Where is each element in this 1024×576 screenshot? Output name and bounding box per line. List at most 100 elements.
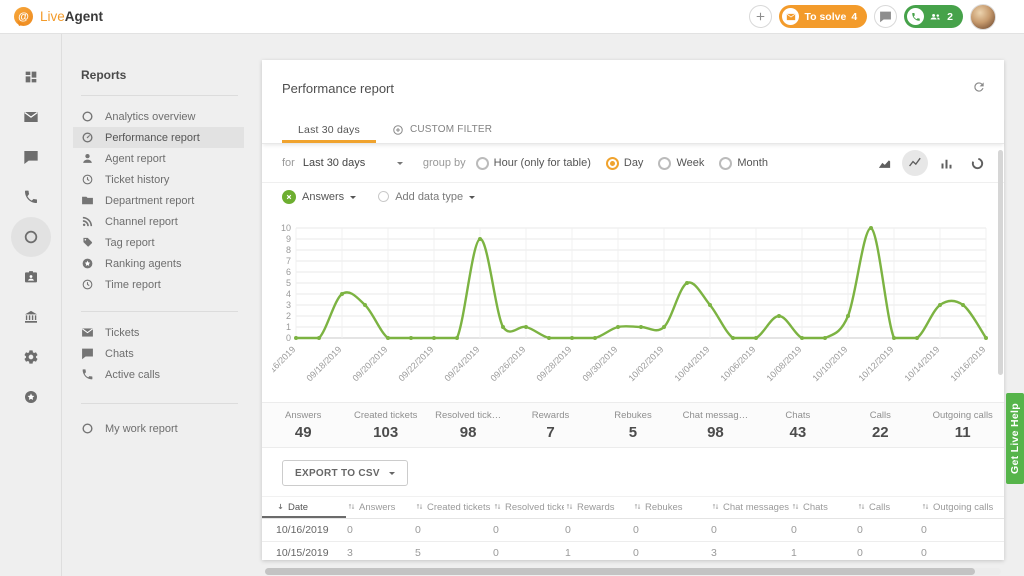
sidebar-item-department-report[interactable]: Department report [73, 190, 244, 211]
to-solve-count: 4 [851, 11, 857, 23]
for-label: for [282, 157, 295, 169]
refresh-button[interactable] [972, 80, 986, 97]
svg-text:09/16/2019: 09/16/2019 [272, 344, 297, 383]
rail-item-tickets[interactable] [11, 97, 51, 137]
rail-item-customers[interactable] [11, 257, 51, 297]
menu-item-label: Ranking agents [105, 258, 181, 270]
table-row: 10/16/2019000000000 [262, 519, 1004, 542]
chevron-down-icon[interactable] [469, 196, 475, 202]
column-label: Resolved tickets [505, 502, 564, 513]
reports-icon [23, 229, 39, 245]
agent-report-icon [81, 152, 94, 165]
sort-icon [493, 502, 502, 511]
academy-icon [23, 309, 39, 325]
svg-text:10/10/2019: 10/10/2019 [810, 344, 849, 383]
rail-item-upgrade[interactable] [11, 377, 51, 417]
column-header-rebukes[interactable]: Rebukes [632, 497, 710, 519]
menu-item-label: Time report [105, 279, 161, 291]
cell-value: 0 [856, 519, 920, 542]
date-range-value: Last 30 days [303, 157, 365, 169]
column-header-rewards[interactable]: Rewards [564, 497, 632, 519]
get-live-help-tab[interactable]: Get Live Help [1006, 393, 1024, 484]
sidebar-item-tickets[interactable]: Tickets [73, 322, 244, 343]
column-header-date[interactable]: Date [262, 497, 346, 519]
calls-badge[interactable]: 2 [904, 5, 963, 28]
remove-series-button[interactable] [282, 190, 296, 204]
sidebar-item-analytics-overview[interactable]: Analytics overview [73, 106, 244, 127]
filter-add-icon [392, 124, 404, 136]
cell-value: 0 [492, 519, 564, 542]
user-avatar[interactable] [970, 4, 996, 30]
export-to-csv-button[interactable]: EXPORT TO CSV [282, 460, 408, 486]
cell-value: 5 [414, 542, 492, 565]
stat-value: 98 [707, 424, 724, 441]
sidebar-item-ranking-agents[interactable]: Ranking agents [73, 253, 244, 274]
stat-label: Outgoing calls [933, 410, 993, 421]
cell-value: 0 [632, 542, 710, 565]
chat-toggle-button[interactable] [874, 5, 897, 28]
date-range-select[interactable]: Last 30 days [303, 157, 403, 169]
tab-custom-filter[interactable]: CUSTOM FILTER [376, 116, 508, 143]
people-icon [929, 10, 942, 23]
chevron-down-icon[interactable] [350, 196, 356, 202]
stat-label: Answers [285, 410, 321, 421]
bar-chart-button[interactable] [933, 150, 959, 176]
sort-icon [633, 502, 642, 511]
app-area: Reports Analytics overviewPerformance re… [0, 34, 1024, 576]
radio-label: Day [624, 157, 644, 169]
sidebar-item-active-calls[interactable]: Active calls [73, 364, 244, 385]
rail-item-calls[interactable] [11, 177, 51, 217]
sidebar-item-tag-report[interactable]: Tag report [73, 232, 244, 253]
radio-day[interactable]: Day [606, 157, 644, 170]
sidebar-item-chats[interactable]: Chats [73, 343, 244, 364]
dashboard-icon [23, 69, 39, 85]
area-chart-button[interactable] [871, 150, 897, 176]
rail-item-settings[interactable] [11, 337, 51, 377]
rail-item-dashboard[interactable] [11, 57, 51, 97]
sidebar-item-time-report[interactable]: Time report [73, 274, 244, 295]
sort-icon [276, 502, 285, 511]
tab-last-30-days[interactable]: Last 30 days [282, 116, 376, 143]
analytics-overview-icon [81, 110, 94, 123]
sidebar-item-ticket-history[interactable]: Ticket history [73, 169, 244, 190]
donut-chart-button[interactable] [964, 150, 990, 176]
add-data-type-label: Add data type [395, 191, 463, 203]
radio-hour-only-for-table[interactable]: Hour (only for table) [476, 157, 591, 170]
column-header-answers[interactable]: Answers [346, 497, 414, 519]
export-row: EXPORT TO CSV [262, 448, 1004, 496]
sort-icon [415, 502, 424, 511]
svg-text:10/06/2019: 10/06/2019 [718, 344, 757, 383]
line-chart-button[interactable] [902, 150, 928, 176]
svg-text:8: 8 [286, 245, 291, 255]
sidebar-item-performance-report[interactable]: Performance report [73, 127, 244, 148]
column-header-chat-messages[interactable]: Chat messages [710, 497, 790, 519]
radio-week[interactable]: Week [658, 157, 704, 170]
sidebar-rail [0, 34, 62, 576]
refresh-icon [972, 80, 986, 94]
add-button[interactable] [749, 5, 772, 28]
to-solve-badge[interactable]: To solve 4 [779, 5, 867, 28]
stat-label: Calls [870, 410, 891, 421]
column-header-chats[interactable]: Chats [790, 497, 856, 519]
column-header-outgoing-calls[interactable]: Outgoing calls [920, 497, 1004, 519]
sidebar-item-my-work-report[interactable]: My work report [73, 418, 244, 439]
radio-icon [658, 157, 671, 170]
sidebar-item-agent-report[interactable]: Agent report [73, 148, 244, 169]
column-header-calls[interactable]: Calls [856, 497, 920, 519]
scrollbar-thumb[interactable] [265, 568, 975, 575]
rail-item-academy[interactable] [11, 297, 51, 337]
vertical-scrollbar[interactable] [998, 150, 1003, 375]
horizontal-scrollbar[interactable] [265, 568, 1001, 575]
rail-item-reports[interactable] [11, 217, 51, 257]
column-header-resolved-tickets[interactable]: Resolved tickets [492, 497, 564, 519]
liveagent-logo[interactable]: @ LiveAgent [14, 7, 103, 26]
add-series-radio[interactable] [378, 191, 389, 202]
sidebar-item-channel-report[interactable]: Channel report [73, 211, 244, 232]
radio-icon [719, 157, 732, 170]
column-header-created-tickets[interactable]: Created tickets [414, 497, 492, 519]
topbar-actions: To solve 4 2 [749, 4, 996, 30]
radio-month[interactable]: Month [719, 157, 768, 170]
ranking-agents-icon [81, 257, 94, 270]
rail-item-chats[interactable] [11, 137, 51, 177]
svg-text:09/22/2019: 09/22/2019 [396, 344, 435, 383]
